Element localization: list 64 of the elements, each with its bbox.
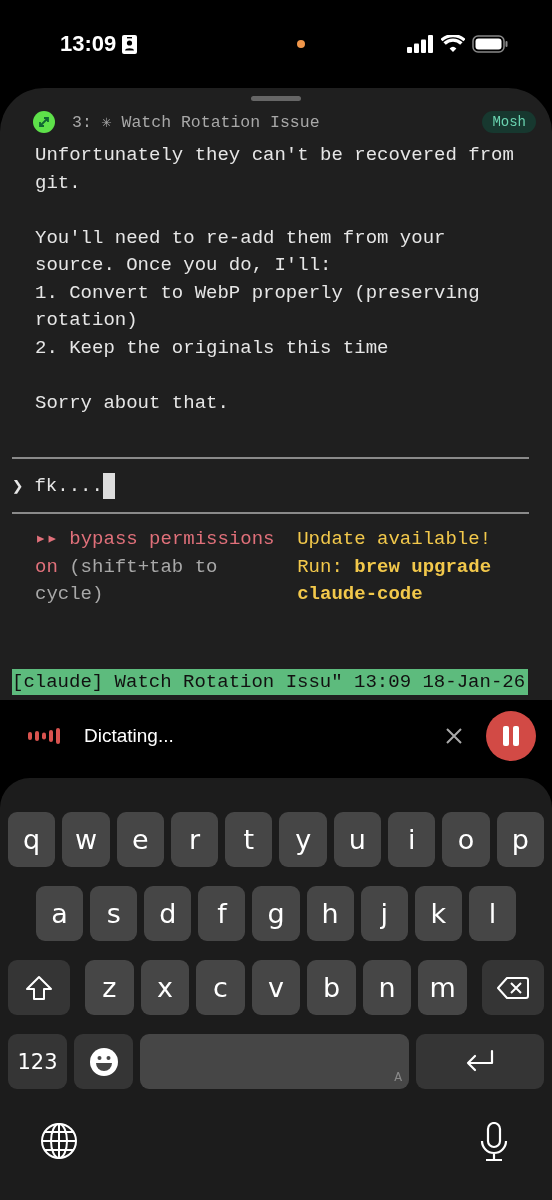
tmux-status-bar: [claude] Watch Rotation Issu" 13:09 18-Jan-26	[12, 668, 528, 695]
letter-key[interactable]: m	[418, 960, 468, 1015]
smiley-icon	[89, 1047, 118, 1076]
letter-key[interactable]: o	[442, 812, 490, 867]
signal-icon	[407, 35, 434, 53]
letter-key[interactable]: t	[225, 812, 273, 867]
letter-key[interactable]: n	[362, 960, 412, 1015]
dictation-label: Dictating...	[84, 725, 175, 747]
id-card-icon	[122, 34, 138, 54]
letter-key[interactable]: b	[307, 960, 356, 1015]
close-icon[interactable]	[446, 728, 462, 744]
microphone-icon[interactable]	[480, 1122, 508, 1162]
pause-icon	[503, 726, 519, 746]
letter-key[interactable]: h	[306, 886, 354, 941]
battery-icon	[472, 35, 508, 53]
expand-icon[interactable]	[33, 111, 55, 133]
letter-key[interactable]: q	[8, 812, 56, 867]
letter-key[interactable]: e	[116, 812, 164, 867]
terminal-line: 2. Keep the originals this time	[35, 335, 389, 361]
letter-key[interactable]: x	[140, 960, 190, 1015]
backspace-icon	[497, 975, 530, 1000]
globe-icon[interactable]	[40, 1122, 78, 1160]
terminal-line: Sorry about that.	[35, 390, 229, 416]
letter-key[interactable]: v	[251, 960, 301, 1015]
letter-key[interactable]: c	[196, 960, 245, 1015]
session-title: 3: ✳ Watch Rotation Issue	[72, 112, 321, 132]
status-time: 13:09	[60, 31, 117, 57]
letter-key[interactable]: d	[144, 886, 192, 941]
letter-key[interactable]: s	[90, 886, 138, 941]
terminal-line: source. Once you do, I'll:	[35, 253, 332, 278]
terminal-line: You'll need to re-add them from your	[35, 225, 446, 251]
terminal-line: 1. Convert to WebP properly (preserving	[35, 280, 480, 306]
shift-key[interactable]	[8, 960, 70, 1015]
mode-status: ▸▸ bypass permissions on (shift+tab to cycle)	[35, 527, 276, 607]
letter-key[interactable]: g	[252, 886, 300, 941]
indicator-dot	[297, 40, 306, 48]
letter-key[interactable]: a	[36, 886, 84, 941]
letter-key[interactable]: j	[360, 886, 408, 941]
shift-arrow-icon	[25, 974, 53, 1001]
terminal-line: rotation)	[35, 308, 138, 333]
text-cursor	[102, 472, 115, 499]
pause-button[interactable]	[486, 711, 536, 761]
numbers-key[interactable]: 123	[8, 1034, 67, 1089]
update-notice: Update available!	[297, 527, 493, 552]
terminal-line: Unfortunately they can't be recovered from	[35, 143, 514, 168]
letter-key[interactable]: y	[279, 812, 327, 867]
connection-badge: Mosh	[482, 111, 536, 133]
delete-key[interactable]	[482, 960, 545, 1015]
letter-key[interactable]: l	[468, 886, 516, 941]
terminal-line: git.	[35, 170, 81, 196]
emoji-key[interactable]	[74, 1034, 133, 1089]
letter-key[interactable]: w	[62, 812, 110, 867]
letter-key[interactable]: i	[388, 812, 436, 867]
prompt-input[interactable]: fk....	[34, 474, 103, 497]
letter-key[interactable]: k	[414, 886, 462, 941]
letter-key[interactable]: u	[333, 812, 382, 867]
letter-key[interactable]: f	[198, 886, 246, 941]
drag-handle[interactable]	[251, 96, 301, 101]
update-command: Run: brew upgrade claude-code	[297, 554, 493, 607]
letter-key[interactable]: z	[85, 960, 134, 1015]
prompt-symbol: ❯	[12, 474, 24, 498]
letter-key[interactable]: r	[170, 812, 219, 867]
wifi-icon	[441, 35, 465, 53]
letter-key[interactable]: p	[496, 812, 544, 867]
